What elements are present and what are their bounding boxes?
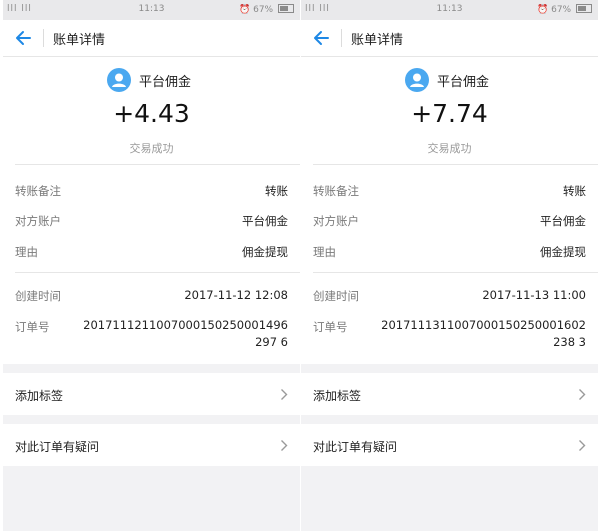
bill-panel-left: lll lll 11:13 ⏰ 67% 账单详情 平台佣金 +4.43 交易成功… xyxy=(3,0,300,531)
order-number-value: 2017111211007000150250001496297 6 xyxy=(83,318,288,349)
transaction-amount: +7.74 xyxy=(411,99,488,128)
transaction-status: 交易成功 xyxy=(427,142,472,155)
remark-value: 转账 xyxy=(563,184,586,198)
reason-value: 佣金提现 xyxy=(540,245,586,259)
reason-label: 理由 xyxy=(313,245,336,259)
created-time-value: 2017-11-13 11:00 xyxy=(482,288,586,302)
counterparty-label: 对方账户 xyxy=(15,214,61,228)
created-time-value: 2017-11-12 12:08 xyxy=(184,288,288,302)
chevron-right-icon xyxy=(579,440,586,451)
back-arrow-icon[interactable] xyxy=(311,28,331,48)
nav-bar: 账单详情 xyxy=(3,20,300,57)
created-time-label: 创建时间 xyxy=(15,289,61,303)
battery-percent: 67% xyxy=(551,5,572,15)
nav-divider xyxy=(43,29,44,47)
transaction-status: 交易成功 xyxy=(129,142,174,155)
add-tag-label: 添加标签 xyxy=(313,389,362,403)
chevron-right-icon xyxy=(579,389,586,400)
battery-icon xyxy=(576,4,592,13)
order-question-label: 对此订单有疑问 xyxy=(15,440,100,454)
divider xyxy=(313,272,598,273)
status-bar: lll lll 11:13 ⏰ 67% xyxy=(301,0,598,20)
divider xyxy=(15,272,300,273)
page-title: 账单详情 xyxy=(53,33,106,48)
order-number-label: 订单号 xyxy=(313,320,348,334)
counterparty-label: 对方账户 xyxy=(313,214,359,228)
counterparty-value: 平台佣金 xyxy=(242,214,288,228)
nav-divider xyxy=(341,29,342,47)
add-tag-button[interactable]: 添加标签 xyxy=(3,373,300,415)
reason-value: 佣金提现 xyxy=(242,245,288,259)
page-title: 账单详情 xyxy=(351,33,404,48)
status-bar: lll lll 11:13 ⏰ 67% xyxy=(3,0,300,20)
reason-label: 理由 xyxy=(15,245,38,259)
remark-label: 转账备注 xyxy=(313,184,359,198)
order-number-label: 订单号 xyxy=(15,320,50,334)
order-number-value: 2017111311007000150250001602238 3 xyxy=(381,318,586,349)
chevron-right-icon xyxy=(281,440,288,451)
order-question-button[interactable]: 对此订单有疑问 xyxy=(301,424,598,466)
divider xyxy=(313,164,598,165)
payee-name: 平台佣金 xyxy=(139,75,192,90)
add-tag-button[interactable]: 添加标签 xyxy=(301,373,598,415)
alarm-icon: ⏰ xyxy=(537,5,549,15)
user-avatar-icon xyxy=(107,68,131,92)
bill-detail-card: 平台佣金 +7.74 交易成功 转账备注 转账 对方账户 平台佣金 理由 佣金提… xyxy=(301,57,598,364)
order-question-button[interactable]: 对此订单有疑问 xyxy=(3,424,300,466)
bill-panel-right: lll lll 11:13 ⏰ 67% 账单详情 平台佣金 +7.74 交易成功… xyxy=(301,0,598,531)
user-avatar-icon xyxy=(405,68,429,92)
remark-label: 转账备注 xyxy=(15,184,61,198)
nav-bar: 账单详情 xyxy=(301,20,598,57)
divider xyxy=(15,164,300,165)
transaction-amount: +4.43 xyxy=(113,99,190,128)
created-time-label: 创建时间 xyxy=(313,289,359,303)
add-tag-label: 添加标签 xyxy=(15,389,64,403)
battery-status: ⏰ 67% xyxy=(537,4,592,15)
order-question-label: 对此订单有疑问 xyxy=(313,440,398,454)
remark-value: 转账 xyxy=(265,184,288,198)
counterparty-value: 平台佣金 xyxy=(540,214,586,228)
alarm-icon: ⏰ xyxy=(239,5,251,15)
bill-detail-card: 平台佣金 +4.43 交易成功 转账备注 转账 对方账户 平台佣金 理由 佣金提… xyxy=(3,57,300,364)
payee-name: 平台佣金 xyxy=(437,75,490,90)
battery-status: ⏰ 67% xyxy=(239,4,294,15)
battery-icon xyxy=(278,4,294,13)
chevron-right-icon xyxy=(281,389,288,400)
back-arrow-icon[interactable] xyxy=(13,28,33,48)
battery-percent: 67% xyxy=(253,5,274,15)
